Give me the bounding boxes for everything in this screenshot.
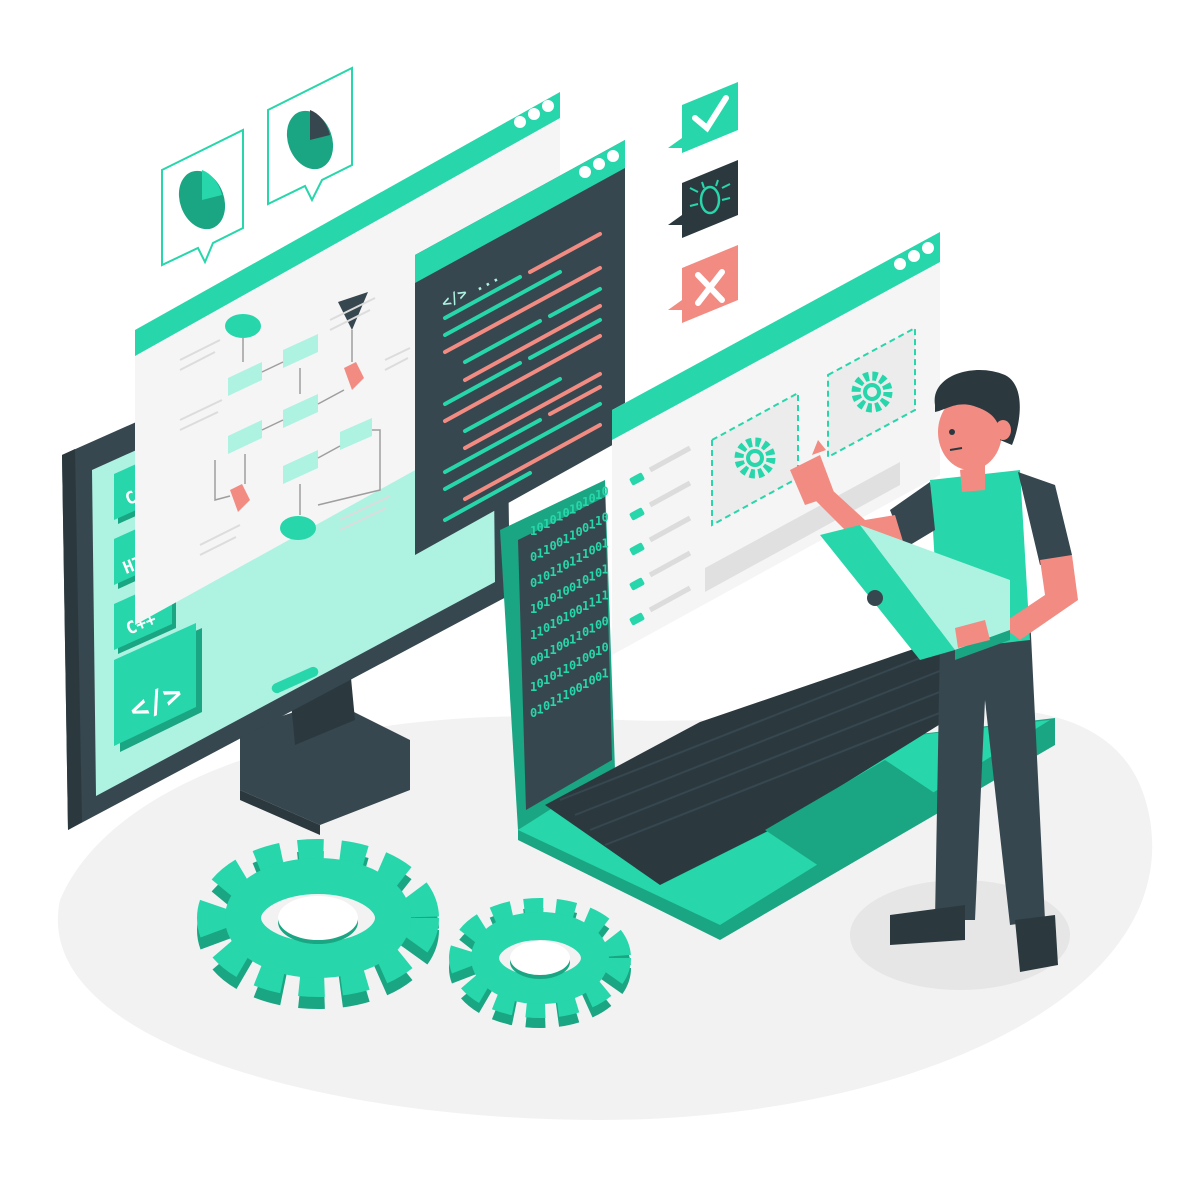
bug-icon <box>668 160 738 238</box>
window-dot <box>894 258 906 270</box>
binary-digit: 0 <box>602 510 609 524</box>
binary-digit: 1 <box>602 562 609 576</box>
window-dot <box>593 158 605 170</box>
developer-illustration: CSS HTML C++ </> <box>57 66 1153 1120</box>
window-dot <box>908 250 920 262</box>
check-icon <box>668 82 738 153</box>
binary-digit: 1 <box>602 588 609 602</box>
chart-bubble-right <box>267 66 353 206</box>
cross-icon <box>668 245 738 323</box>
binary-digit: 1 <box>602 536 609 550</box>
gear-small-icon <box>449 898 631 1028</box>
window-dot <box>514 116 526 128</box>
binary-digit: 0 <box>602 640 609 654</box>
binary-digit: 0 <box>602 484 609 498</box>
shoe-right <box>1015 915 1058 972</box>
window-dot <box>922 242 934 254</box>
gear-large-icon <box>197 839 439 1009</box>
binary-digit: 1 <box>602 666 609 680</box>
window-dot <box>579 166 591 178</box>
binary-digit: 0 <box>602 614 609 628</box>
window-dot <box>542 100 554 112</box>
status-icons <box>668 82 738 323</box>
window-dot <box>607 150 619 162</box>
chart-bubble-left <box>161 128 244 267</box>
window-dot <box>528 108 540 120</box>
